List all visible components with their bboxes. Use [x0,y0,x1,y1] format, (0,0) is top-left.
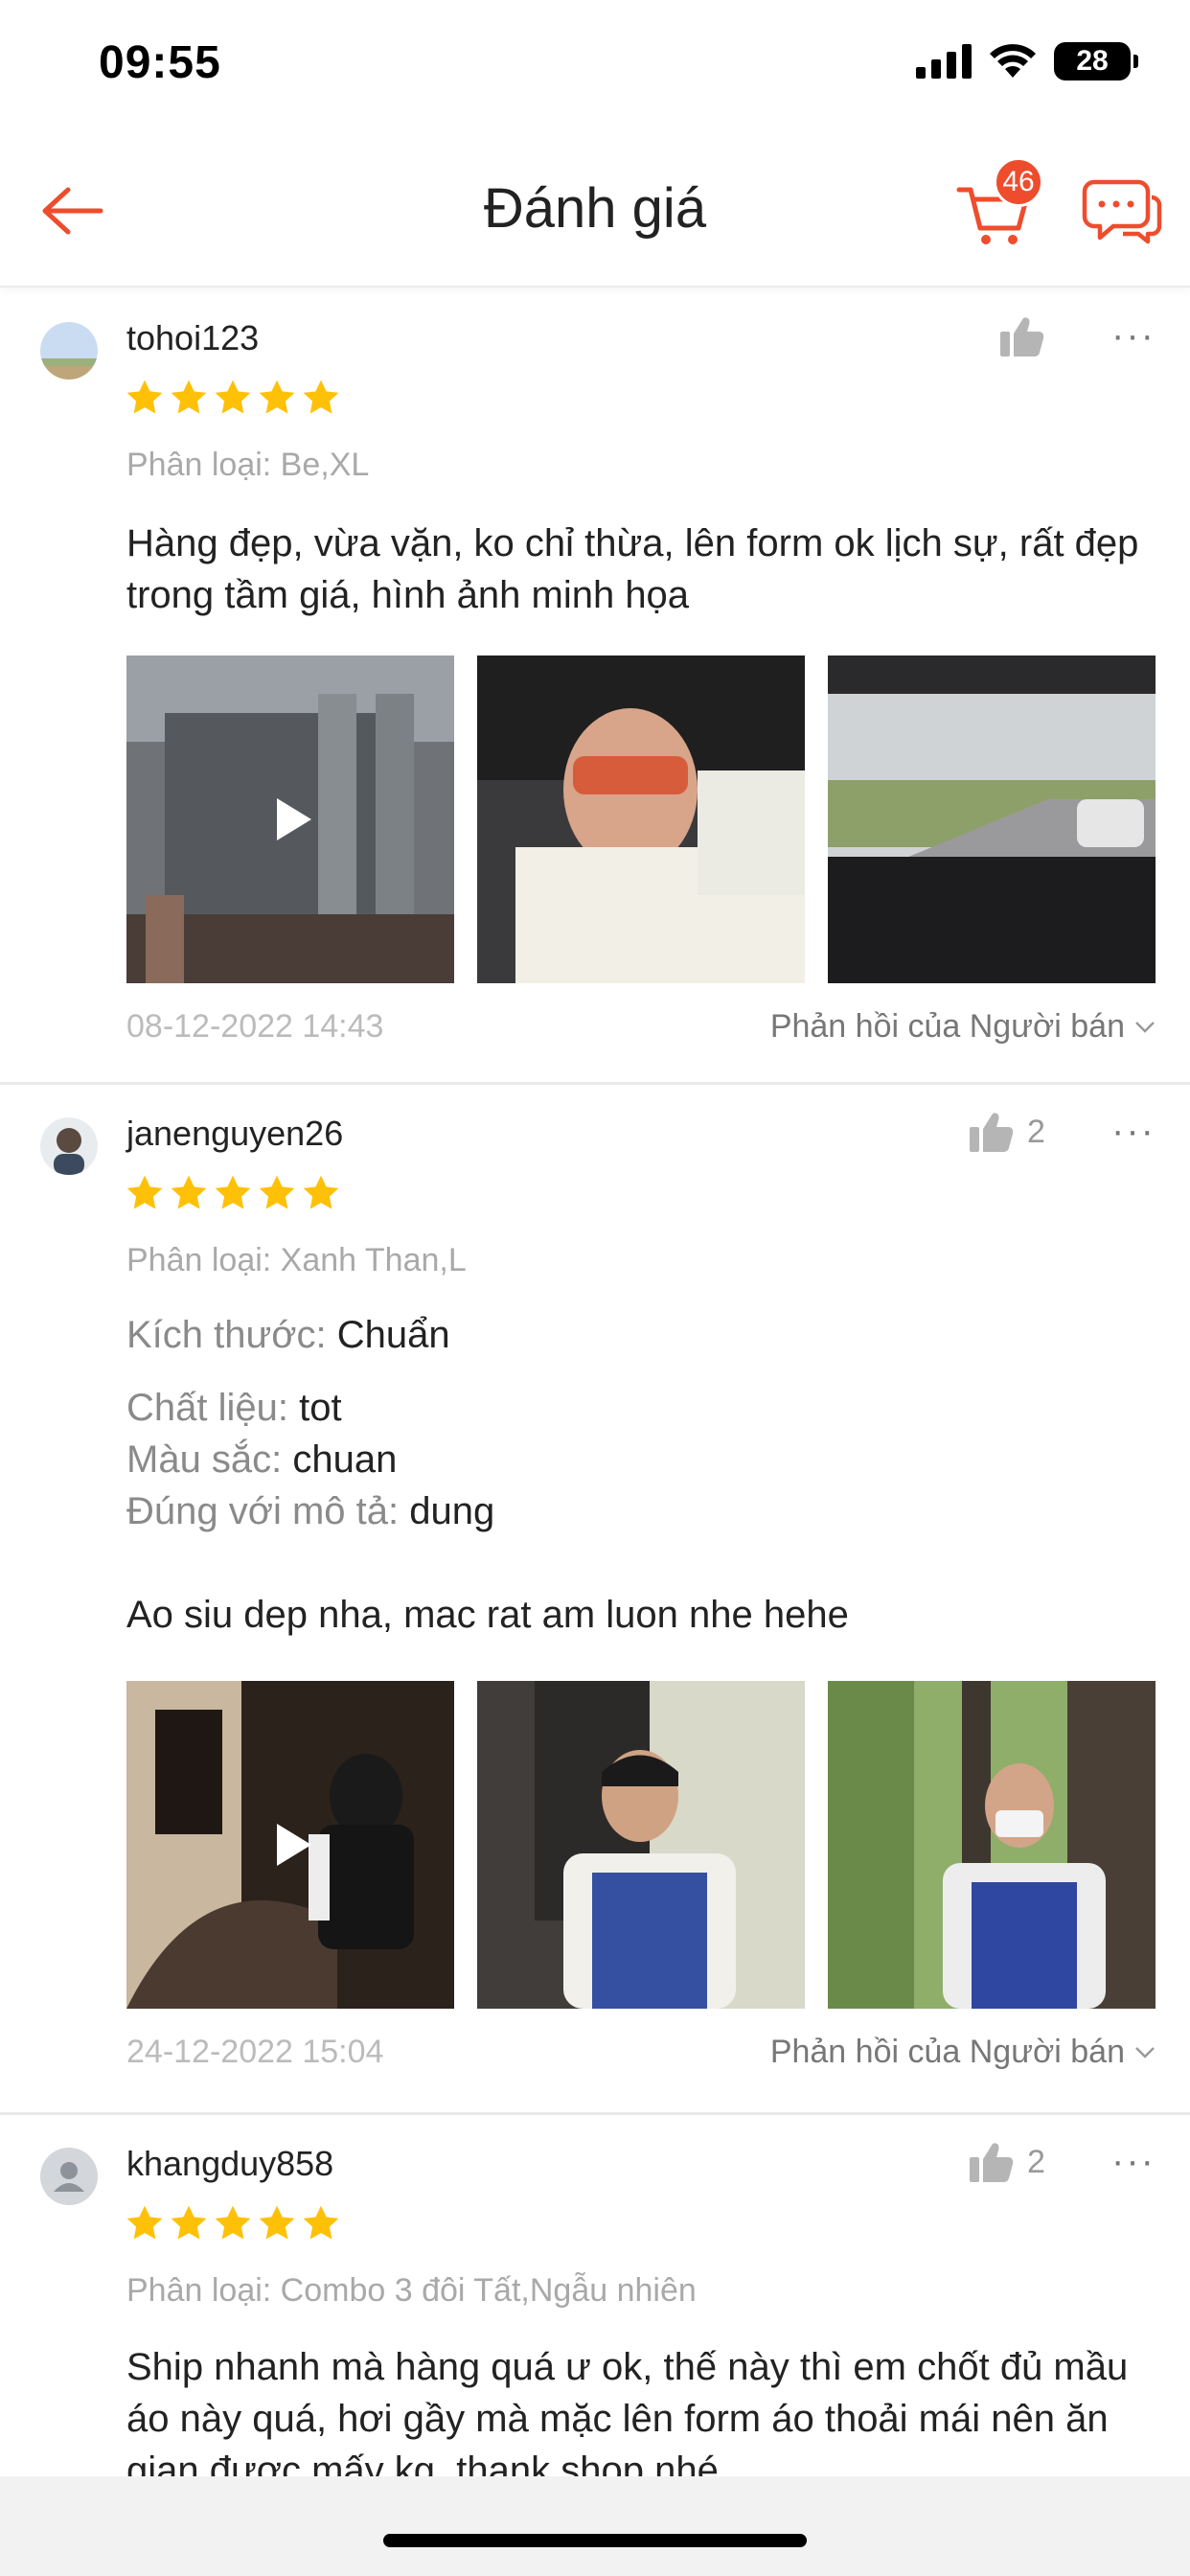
seller-reply-toggle[interactable]: Phản hồi của Người bán [770,1008,1156,1046]
status-time: 09:55 [99,37,221,88]
avatar[interactable] [40,2148,98,2205]
star-icon [126,380,163,414]
review-video-thumbnail[interactable] [126,656,454,983]
chevron-down-icon [1135,1021,1155,1033]
review-text: Hàng đẹp, vừa vặn, ko chỉ thừa, lên form… [126,522,1139,616]
review-date: 08-12-2022 14:43 [126,1008,384,1045]
battery-indicator: 28 [1054,42,1138,80]
avatar[interactable] [40,1117,98,1175]
more-options-button[interactable]: ··· [1111,2142,1156,2180]
attribute-value: tot [299,1387,342,1429]
review-media-row [126,656,1156,983]
like-count: 2 [1027,2143,1045,2180]
star-icon [126,2205,163,2240]
play-icon[interactable] [262,1816,319,1874]
avatar[interactable] [40,322,98,380]
review-text: Ship nhanh mà hàng quá ư ok, thế này thì… [126,2346,1129,2476]
star-icon [259,1175,295,1209]
attribute-label: Đúng với mô tả: [126,1490,400,1532]
chevron-down-icon [1135,2046,1155,2058]
star-icon [171,380,207,414]
seller-reply-label: Phản hồi của Người bán [769,2034,1125,2070]
review-media-row [126,1681,1156,2009]
review-item: tohoi123 ··· Phân loại: Be,XL Hàng đẹp, … [0,289,1190,1085]
attribute-value: dung [409,1490,495,1532]
star-icon [303,380,339,414]
rating-stars [125,2203,341,2243]
more-options-button[interactable]: ··· [1111,316,1156,355]
attribute-value: chuan [292,1438,398,1481]
wifi-icon [990,44,1036,78]
review-list[interactable]: tohoi123 ··· Phân loại: Be,XL Hàng đẹp, … [0,289,1190,2476]
cart-count-badge: 46 [994,157,1043,207]
review-date: 24-12-2022 15:04 [126,2034,384,2070]
star-icon [126,1175,163,1209]
play-icon[interactable] [262,791,319,848]
attribute-label: Màu sắc: [126,1438,283,1481]
attribute-accuracy: Đúng với mô tả: dung [126,1485,494,1537]
home-indicator[interactable] [383,2534,807,2547]
like-button[interactable] [1000,316,1044,356]
thumbs-up-icon [970,1113,1014,1152]
reviewer-username[interactable]: janenguyen26 [126,1114,343,1154]
default-avatar-icon [40,2148,98,2205]
star-icon [259,380,295,414]
status-bar: 09:55 28 [0,0,1190,125]
attribute-label: Chất liệu: [126,1387,288,1429]
review-item: khangduy858 2 ··· Phân loại: Combo 3 đôi… [0,2115,1190,2476]
attribute-material: Chất liệu: tot [126,1382,342,1434]
review-photo[interactable] [828,656,1156,983]
review-photo[interactable] [477,1681,805,2009]
thumbs-up-icon [1000,317,1044,356]
home-indicator-area [0,2476,1190,2576]
rating-stars [125,378,341,418]
star-icon [259,2205,295,2240]
attribute-color: Màu sắc: chuan [126,1434,397,1485]
like-button[interactable]: 2 [970,2142,1045,2182]
review-photo[interactable] [828,1681,1156,2009]
reviewer-username[interactable]: khangduy858 [126,2144,333,2184]
review-item: janenguyen26 2 ··· Phân loại: Xanh Than,… [0,1085,1190,2115]
like-button[interactable]: 2 [970,1112,1045,1152]
variant-label: Phân loại: Combo 3 đôi Tất,Ngẫu nhiên [126,2272,697,2309]
attribute-value: Chuẩn [336,1314,450,1356]
star-icon [171,2205,207,2240]
star-icon [171,1175,207,1209]
review-photo[interactable] [477,656,805,983]
more-options-button[interactable]: ··· [1111,1112,1156,1150]
like-count: 2 [1027,1113,1045,1150]
reviewer-username[interactable]: tohoi123 [126,318,259,358]
star-icon [303,1175,339,1209]
attribute-label: Kích thước: [126,1314,327,1356]
review-video-thumbnail[interactable] [126,1681,454,2009]
rating-stars [125,1173,341,1213]
star-icon [215,2205,251,2240]
seller-reply-label: Phản hồi của Người bán [769,1008,1125,1045]
thumbs-up-icon [970,2143,1014,2182]
review-text: Ao siu dep nha, mac rat am luon nhe hehe [126,1594,849,1636]
chat-icon [1082,179,1162,244]
chat-button[interactable] [1081,172,1163,249]
star-icon [215,1175,251,1209]
status-icons: 28 [916,42,1138,80]
star-icon [215,380,251,414]
attribute-size: Kích thước: Chuẩn [126,1309,450,1361]
cellular-signal-icon [916,44,972,79]
star-icon [303,2205,339,2240]
seller-reply-toggle[interactable]: Phản hồi của Người bán [770,2034,1156,2071]
variant-label: Phân loại: Be,XL [126,447,370,483]
variant-label: Phân loại: Xanh Than,L [126,1242,467,1278]
